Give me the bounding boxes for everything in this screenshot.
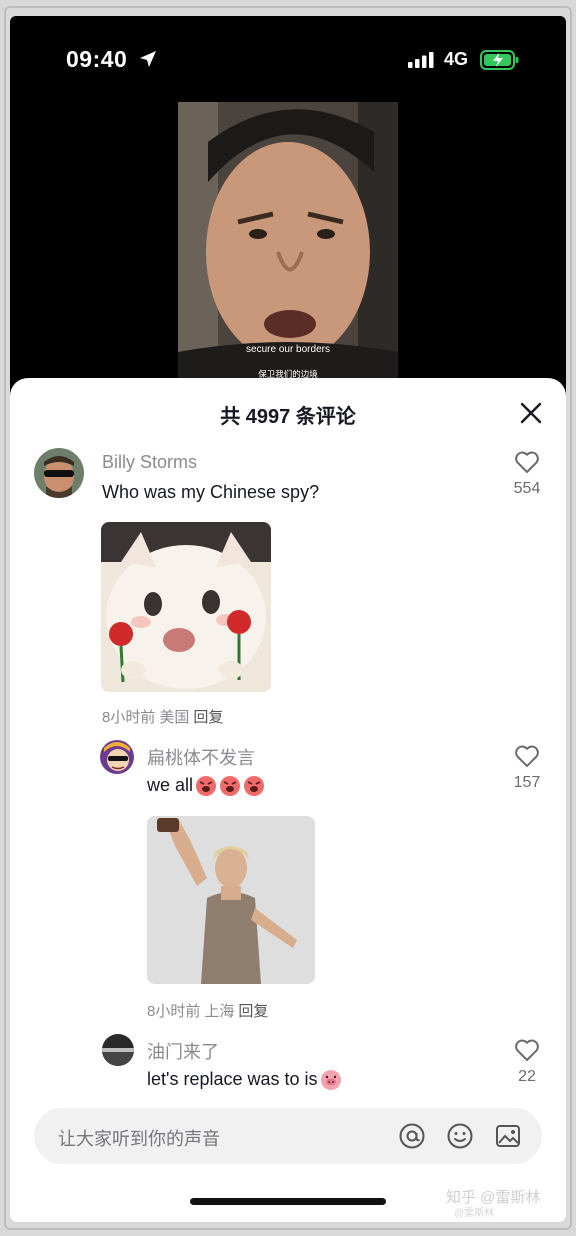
- watermark-sub: @雷斯林: [454, 1208, 495, 1219]
- avatar[interactable]: [100, 740, 134, 774]
- comment-text-body: let's replace was to is: [147, 1068, 318, 1089]
- phone-screen: 09:40 4G secure our borders 保卫我们的边境 共 49…: [10, 16, 566, 1222]
- location-arrow-icon: [140, 51, 156, 67]
- status-time: 09:40: [66, 46, 128, 72]
- avatar[interactable]: [102, 1034, 134, 1066]
- comment-sheet: 共 4997 条评论 Billy Storms Who was my Chine…: [10, 378, 566, 1222]
- comment-text-body: we all: [147, 774, 194, 795]
- cellular-signal-icon: [408, 52, 434, 68]
- comment-input-bar[interactable]: 让大家听到你的声音: [34, 1108, 542, 1164]
- comment-count-title: 共 4997 条评论: [220, 406, 356, 428]
- avatar[interactable]: [34, 448, 84, 498]
- at-mention-icon[interactable]: [398, 1122, 426, 1150]
- comment-image-woman-pose[interactable]: [147, 816, 315, 984]
- like-button[interactable]: 22: [502, 1038, 552, 1086]
- comment-time: 8小时前: [147, 1003, 201, 1020]
- comment-input-placeholder[interactable]: 让大家听到你的声音: [58, 1125, 220, 1151]
- comment-text: Who was my Chinese spy?: [102, 482, 320, 502]
- reply-button[interactable]: 回复: [193, 709, 223, 726]
- comment-time: 8小时前: [102, 709, 156, 726]
- home-indicator[interactable]: [190, 1198, 386, 1205]
- avatar-dark-landscape-icon: [102, 1034, 134, 1066]
- video-subtitle-en: secure our borders: [246, 344, 330, 355]
- heart-icon: [515, 1039, 539, 1061]
- comment-image-cat-with-roses[interactable]: [101, 522, 271, 692]
- comment-location: 美国: [159, 709, 190, 726]
- angry-face-emoji-icon: [196, 776, 217, 796]
- comment-username[interactable]: Billy Storms: [102, 452, 197, 473]
- comment-meta: 8小时前 美国 回复: [102, 706, 227, 727]
- battery-charging-icon: [480, 50, 519, 70]
- reply-button[interactable]: 回复: [238, 1003, 268, 1020]
- comment-text: we all: [147, 774, 265, 796]
- avatar-man-sunglasses-icon: [34, 448, 84, 498]
- avatar-cartoon-villain-icon: [100, 740, 134, 774]
- comment-username[interactable]: 油门来了: [147, 1038, 219, 1064]
- comment-username[interactable]: 扁桃体不发言: [147, 744, 255, 770]
- heart-icon: [515, 451, 539, 473]
- network-type-label: 4G: [444, 49, 469, 69]
- video-player[interactable]: secure our borders 保卫我们的边境: [178, 102, 398, 398]
- pig-face-emoji-icon: [320, 1070, 341, 1090]
- emoji-icon[interactable]: [446, 1122, 474, 1150]
- like-button[interactable]: 157: [502, 744, 552, 792]
- like-count: 157: [513, 774, 541, 791]
- comment-meta: 8小时前 上海 回复: [147, 1000, 272, 1021]
- image-picker-icon[interactable]: [494, 1122, 522, 1150]
- like-count: 554: [513, 480, 541, 497]
- heart-icon: [515, 745, 539, 767]
- comment-text: let's replace was to is: [147, 1068, 342, 1090]
- angry-face-emoji-icon: [244, 776, 265, 796]
- angry-face-emoji-icon: [220, 776, 241, 796]
- like-button[interactable]: 554: [502, 450, 552, 498]
- comment-location: 上海: [204, 1003, 235, 1020]
- like-count: 22: [518, 1068, 536, 1085]
- close-icon[interactable]: [518, 400, 544, 426]
